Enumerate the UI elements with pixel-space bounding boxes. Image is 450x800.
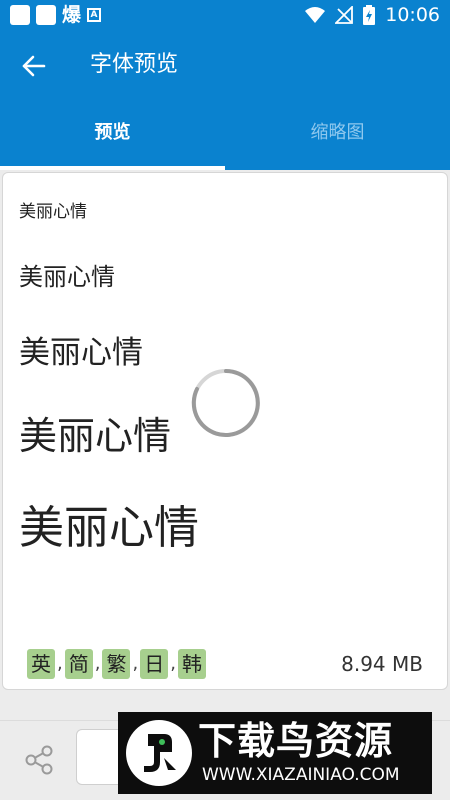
watermark: 下载鸟资源 WWW.XIAZAINIAO.COM — [118, 712, 432, 794]
file-size: 8.94 MB — [341, 652, 423, 676]
language-separator: , — [132, 653, 139, 674]
back-arrow-icon[interactable] — [18, 50, 50, 82]
notification-a-icon: A — [87, 8, 102, 22]
language-tag: 韩 — [177, 649, 206, 679]
clock-time: 10:06 — [385, 4, 440, 26]
language-separator: , — [57, 653, 63, 674]
language-tag: 日 — [140, 649, 169, 679]
notification-icons: 爆 A — [10, 4, 102, 26]
watermark-title: 下载鸟资源 — [198, 719, 394, 763]
tab-preview[interactable]: 预览 — [0, 100, 225, 170]
no-signal-icon — [335, 6, 354, 24]
language-separator: , — [170, 653, 176, 674]
font-sample-line: 美丽心情 — [19, 414, 172, 458]
share-icon[interactable] — [22, 743, 56, 777]
notification-square-icon — [36, 5, 56, 25]
language-tag: 简 — [64, 649, 93, 679]
tab-indicator — [0, 166, 225, 170]
language-support-row: 英 , 简 , 繁 , 日 , 韩 — [27, 649, 206, 679]
font-sample-line: 美丽心情 — [19, 501, 200, 554]
font-sample-line: 美丽心情 — [19, 263, 115, 291]
battery-charging-icon — [363, 5, 376, 25]
app-bar: 字体预览 — [0, 30, 450, 100]
language-tag: 繁 — [102, 649, 131, 679]
tab-thumbnail[interactable]: 缩略图 — [225, 100, 450, 170]
language-tag: 英 — [27, 649, 55, 679]
system-icons: 10:06 — [305, 3, 440, 27]
language-separator: , — [94, 653, 101, 674]
font-preview-card: 美丽心情 美丽心情 美丽心情 美丽心情 美丽心情 英 , 简 , 繁 , 日 ,… — [2, 172, 448, 690]
page-title: 字体预览 — [90, 52, 179, 77]
wifi-icon — [305, 7, 326, 23]
bird-logo-icon — [126, 720, 192, 786]
watermark-url: WWW.XIAZAINIAO.COM — [202, 765, 400, 785]
notification-app-icon: 爆 — [62, 4, 82, 26]
loading-spinner-icon — [191, 369, 260, 437]
notification-square-icon — [10, 5, 30, 25]
font-sample-line: 美丽心情 — [19, 202, 87, 222]
tab-bar: 预览 缩略图 — [0, 100, 450, 170]
status-bar: 爆 A 10:06 — [0, 0, 450, 30]
font-sample-line: 美丽心情 — [19, 335, 143, 371]
